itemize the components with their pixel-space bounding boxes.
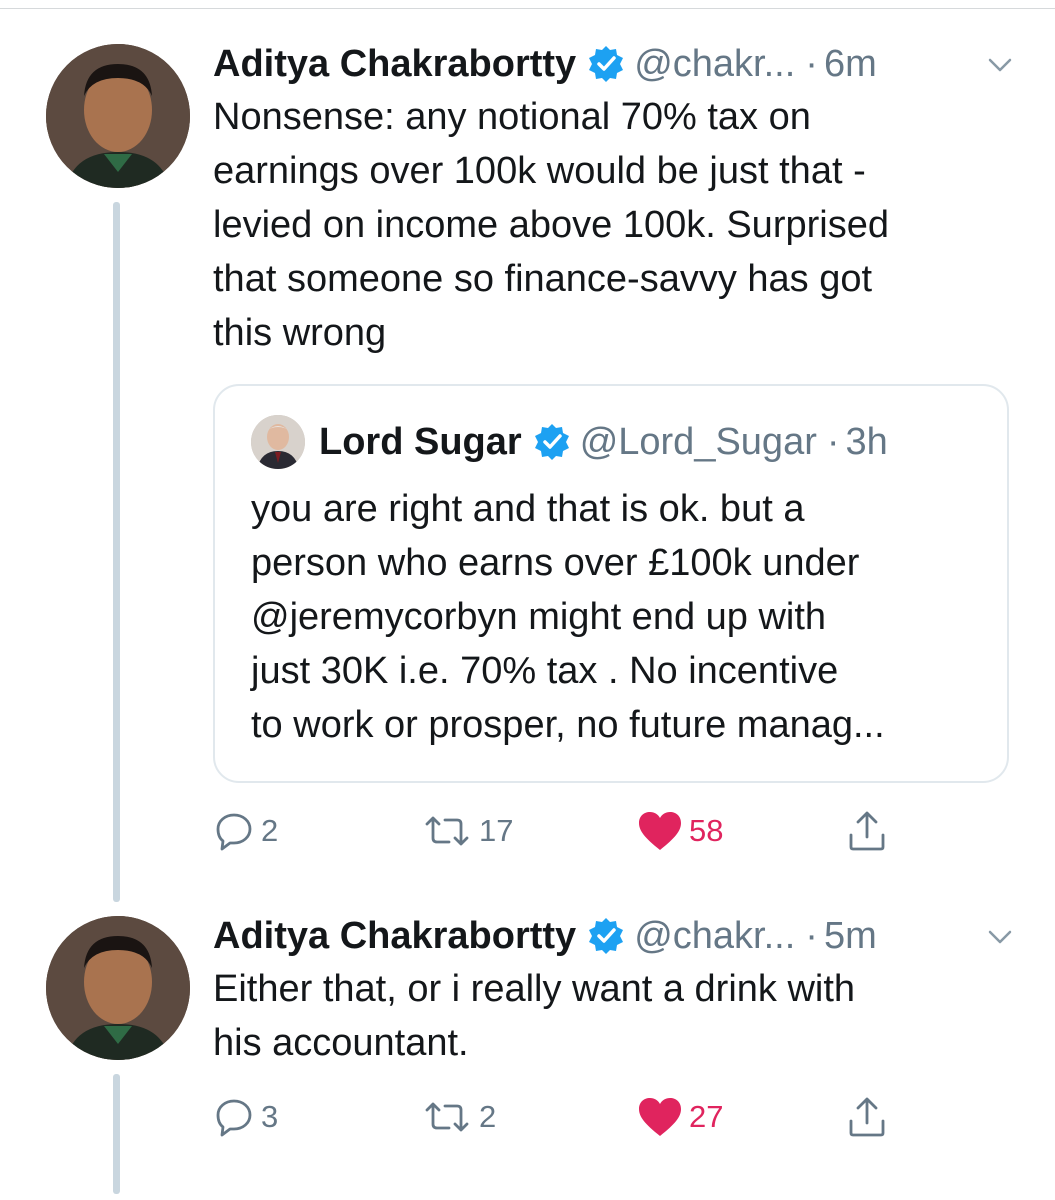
tweet-actions: 2 17 58 [213,806,1013,856]
quoted-author-name[interactable]: Lord Sugar [319,421,522,464]
share-icon [849,811,885,851]
retweet-icon [425,1102,469,1132]
tweet-header: Aditya Chakrabortty @chakr... · 6m [213,34,877,94]
reply-button[interactable]: 2 [213,806,278,856]
separator-dot: · [805,42,818,85]
quoted-tweet-timestamp[interactable]: 3h [846,421,888,464]
author-name[interactable]: Aditya Chakrabortty [213,915,576,958]
tweet-timestamp[interactable]: 6m [824,43,877,86]
tweet[interactable]: Aditya Chakrabortty @chakr... · 5m Eithe… [0,906,1055,1200]
like-count: 27 [689,1099,724,1134]
quoted-text-line: person who earns over £100k under [251,542,860,584]
heart-icon [639,812,681,850]
retweet-count: 2 [479,1099,497,1134]
tweet[interactable]: Aditya Chakrabortty @chakr... · 6m Nonse… [0,34,1055,902]
share-icon [849,1097,885,1137]
reply-count: 3 [261,1099,279,1134]
quoted-text-line: just 30K i.e. 70% tax . No incentive [251,650,839,692]
tweet-text-line: Nonsense: any notional 70% tax on [213,96,811,138]
retweet-count: 17 [479,813,514,848]
tweet-text: Either that, or i really want a drink wi… [213,962,1013,1070]
author-name[interactable]: Aditya Chakrabortty [213,43,576,86]
chevron-down-icon[interactable] [985,922,1015,952]
quoted-tweet-card[interactable]: Lord Sugar @Lord_Sugar · 3h you are righ… [213,384,1009,783]
author-handle[interactable]: @chakr... [634,43,795,86]
like-count: 58 [689,813,724,848]
verified-badge-icon [532,422,572,462]
quoted-text-line: to work or prosper, no future manag... [251,704,885,746]
quoted-tweet-header: Lord Sugar @Lord_Sugar · 3h [251,414,888,470]
author-handle[interactable]: @chakr... [634,915,795,958]
quoted-author-avatar[interactable] [251,415,305,469]
top-divider [0,8,1055,9]
reply-count: 2 [261,813,279,848]
reply-button[interactable]: 3 [213,1092,278,1142]
like-button[interactable]: 27 [637,1092,723,1142]
reply-icon [216,1099,252,1137]
retweet-icon [425,816,469,846]
tweet-header: Aditya Chakrabortty @chakr... · 5m [213,906,877,966]
heart-icon [639,1098,681,1136]
author-avatar[interactable] [46,44,190,188]
retweet-button[interactable]: 17 [421,806,513,856]
tweet-actions: 3 2 27 [213,1092,1013,1142]
reply-icon [216,813,252,851]
share-button[interactable] [845,806,895,856]
quoted-text-line: @jeremycorbyn might end up with [251,596,827,638]
separator-dot: · [805,914,818,957]
author-avatar[interactable] [46,916,190,1060]
share-button[interactable] [845,1092,895,1142]
tweet-text-line: earnings over 100k would be just that - [213,150,866,192]
verified-badge-icon [586,916,626,956]
tweet-text-line: levied on income above 100k. Surprised [213,204,889,246]
tweet-text-line: that someone so finance-savvy has got [213,258,873,300]
tweet-text-line: Either that, or i really want a drink wi… [213,968,856,1010]
thread-line [113,202,120,902]
thread-line [113,1074,120,1194]
tweet-text-line: this wrong [213,312,387,354]
like-button[interactable]: 58 [637,806,723,856]
tweet-timestamp[interactable]: 5m [824,915,877,958]
separator-dot: · [826,420,840,463]
retweet-button[interactable]: 2 [421,1092,496,1142]
tweet-text-line: his accountant. [213,1022,469,1064]
quoted-author-handle[interactable]: @Lord_Sugar [580,421,817,464]
verified-badge-icon [586,44,626,84]
chevron-down-icon[interactable] [985,50,1015,80]
tweet-text: Nonsense: any notional 70% tax on earnin… [213,90,1013,360]
quoted-text-line: you are right and that is ok. but a [251,488,805,530]
quoted-tweet-text: you are right and that is ok. but a pers… [251,482,991,752]
